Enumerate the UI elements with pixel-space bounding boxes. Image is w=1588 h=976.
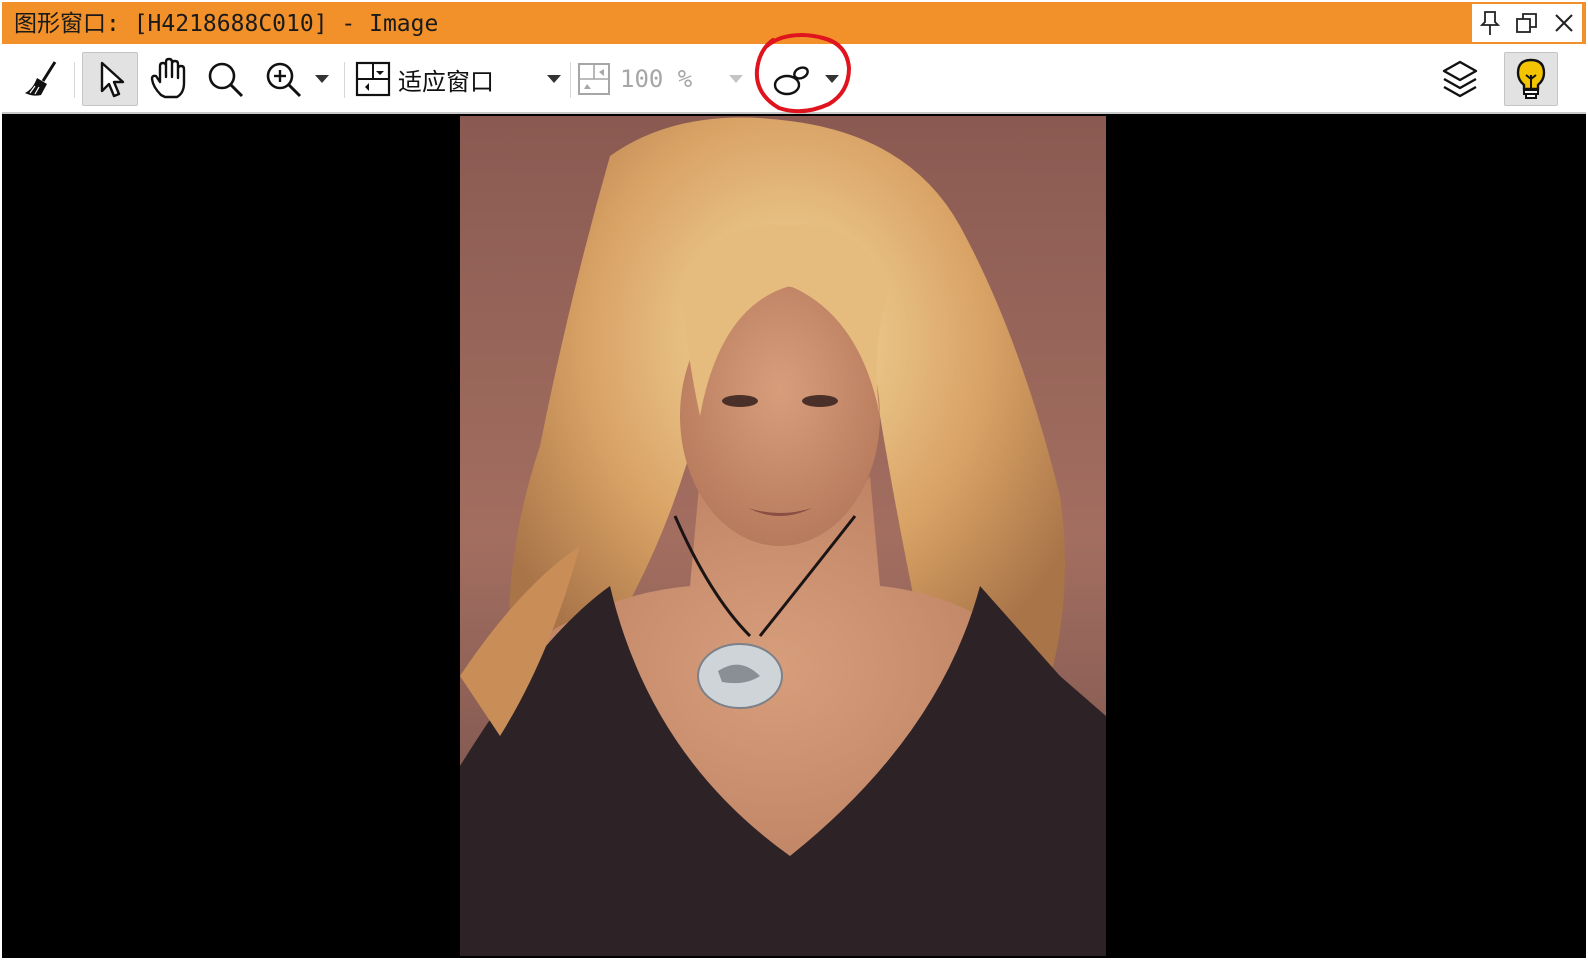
shape-tool-button[interactable] — [764, 52, 820, 106]
fit-window-button[interactable]: 适应窗口 — [354, 52, 514, 106]
restore-button[interactable] — [1511, 7, 1543, 39]
fit-window-icon — [355, 61, 391, 97]
window-controls — [1472, 4, 1582, 42]
broom-icon — [25, 61, 57, 96]
title-bar[interactable]: 图形窗口: [H4218688C010] - Image — [2, 2, 1586, 44]
zoom-percent: 100 % — [620, 65, 693, 93]
shape-dropdown-button[interactable] — [818, 52, 846, 106]
chevron-down-icon — [729, 75, 743, 83]
displayed-photo — [460, 116, 1106, 956]
hint-button[interactable] — [1504, 52, 1558, 106]
zoom-in-icon — [266, 62, 302, 98]
chevron-down-icon — [825, 75, 839, 83]
image-canvas[interactable] — [2, 114, 1586, 958]
fit-dropdown-button[interactable] — [540, 52, 568, 106]
lightbulb-icon — [1516, 58, 1546, 99]
layers-icon — [1442, 60, 1478, 98]
close-button[interactable] — [1548, 7, 1580, 39]
restore-icon — [1516, 13, 1537, 33]
chevron-down-icon — [315, 75, 329, 83]
clear-button[interactable] — [16, 52, 66, 106]
magnifier-tool-button[interactable] — [200, 52, 250, 106]
bottom-strip — [2, 958, 1586, 976]
toolbar-separator — [74, 62, 75, 98]
toolbar: 适应窗口 100 % — [2, 44, 1586, 114]
zoom-dropdown-button[interactable] — [308, 52, 336, 106]
select-tool-button[interactable] — [82, 52, 138, 106]
fit-window-label: 适应窗口 — [398, 67, 494, 96]
chevron-down-icon — [547, 75, 561, 83]
search-icon — [208, 62, 244, 98]
hand-icon — [150, 57, 186, 99]
actual-size-icon — [578, 63, 610, 95]
pointer-icon — [100, 61, 125, 98]
graphics-window: 图形窗口: [H4218688C010] - Image 适应窗口 100 % — [0, 0, 1588, 976]
zoom-percent-dropdown — [722, 52, 750, 106]
layers-button[interactable] — [1432, 52, 1488, 106]
close-icon — [1554, 14, 1573, 32]
window-title: 图形窗口: [H4218688C010] - Image — [14, 11, 439, 37]
shapes-icon — [773, 66, 809, 96]
toolbar-separator — [344, 62, 345, 98]
zoom-in-button[interactable] — [258, 52, 308, 106]
toolbar-separator — [570, 62, 571, 98]
pin-button[interactable] — [1474, 7, 1506, 39]
actual-size-button: 100 % — [576, 52, 716, 106]
pin-icon — [1480, 11, 1501, 35]
pan-tool-button[interactable] — [142, 52, 196, 106]
